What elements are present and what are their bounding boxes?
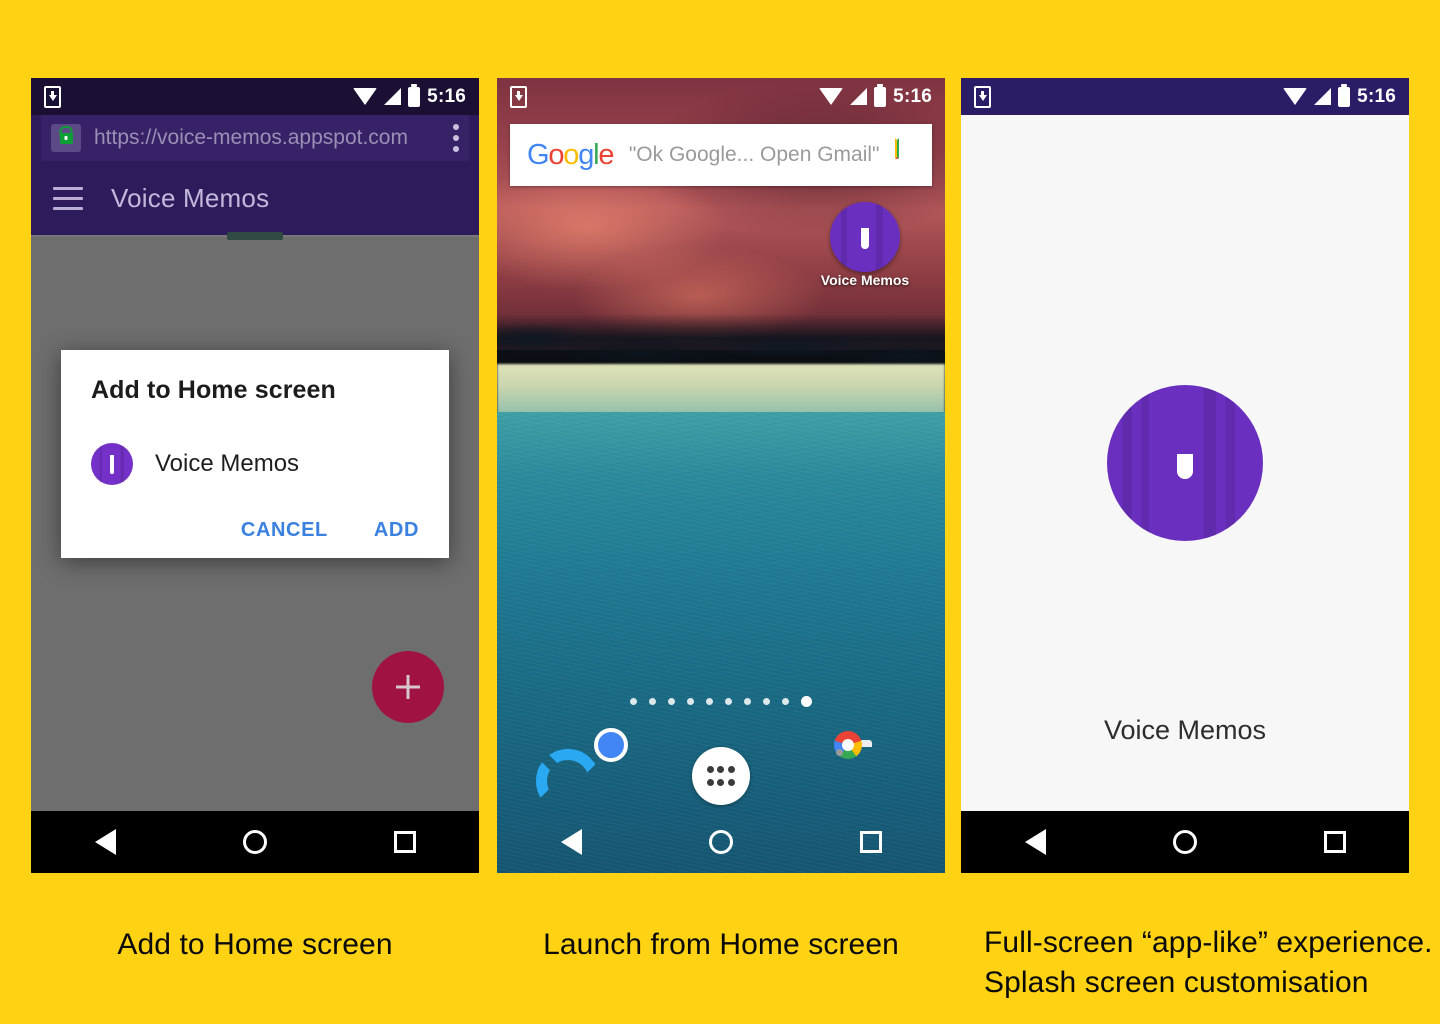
google-logo: Google	[527, 138, 615, 172]
page-dot[interactable]	[782, 698, 789, 705]
status-bar-right: 5:16	[819, 86, 932, 107]
back-icon[interactable]	[1024, 829, 1046, 855]
signal-icon	[1314, 88, 1332, 105]
battery-icon	[408, 86, 421, 107]
status-bar: 5:16	[31, 78, 479, 115]
download-icon	[974, 85, 991, 108]
app-title: Voice Memos	[111, 182, 270, 213]
android-nav-bar	[31, 811, 479, 873]
hamburger-icon[interactable]	[53, 186, 83, 210]
microphone-icon	[91, 443, 133, 485]
page-dot-active[interactable]	[801, 696, 812, 707]
back-icon[interactable]	[560, 829, 582, 855]
recents-icon[interactable]	[393, 831, 416, 853]
splash-content: Voice Memos	[961, 115, 1409, 811]
google-logo-letter: o	[563, 138, 579, 171]
phone-splash-screen: 5:16 Voice Memos	[961, 78, 1409, 873]
slide-canvas: 5:16 https://voice-memos.appspot.com Voi…	[0, 0, 1440, 1024]
home-icon[interactable]	[708, 830, 733, 854]
signal-icon	[384, 88, 402, 105]
caption-add-to-home-screen: Add to Home screen	[117, 928, 393, 961]
page-dot[interactable]	[744, 698, 751, 705]
download-icon	[44, 85, 61, 108]
back-icon[interactable]	[94, 829, 116, 855]
recents-icon[interactable]	[1323, 831, 1346, 853]
record-fab-button[interactable]	[372, 651, 444, 723]
dock-item-chrome[interactable]	[611, 745, 673, 807]
microphone-icon	[1107, 385, 1263, 541]
shortcut-name-field[interactable]: Voice Memos	[155, 450, 419, 478]
recents-icon[interactable]	[859, 831, 882, 853]
signal-icon	[850, 88, 868, 105]
status-bar-left	[510, 85, 527, 108]
home-screen-dock	[497, 731, 945, 816]
download-icon	[510, 85, 527, 108]
status-bar-clock: 5:16	[1357, 86, 1396, 107]
status-bar-right: 5:16	[353, 86, 466, 107]
page-dot[interactable]	[668, 698, 675, 705]
overflow-menu-icon[interactable]	[453, 124, 459, 152]
google-logo-letter: G	[527, 138, 550, 171]
page-indicator	[497, 696, 945, 707]
app-drawer-icon	[691, 747, 750, 805]
lock-icon	[51, 124, 81, 152]
home-icon[interactable]	[242, 830, 267, 854]
status-bar-right: 5:16	[1283, 86, 1396, 107]
status-bar-clock: 5:16	[427, 86, 466, 107]
page-dot[interactable]	[763, 698, 770, 705]
caption-splash-screen: Full-screen “app-like” experience. Splas…	[984, 923, 1434, 1002]
google-search-widget[interactable]: Google "Ok Google... Open Gmail"	[510, 124, 932, 186]
cancel-button[interactable]: CANCEL	[241, 519, 328, 542]
phone-add-to-home-screen: 5:16 https://voice-memos.appspot.com Voi…	[31, 78, 479, 873]
page-dot[interactable]	[687, 698, 694, 705]
add-to-home-screen-dialog: Add to Home screen Voice Memos CANCEL AD…	[61, 350, 449, 558]
caption-launch-from-home-screen: Launch from Home screen	[543, 928, 899, 961]
caption-line-2: Splash screen customisation	[984, 965, 1369, 999]
search-hint-text: "Ok Google... Open Gmail"	[628, 143, 880, 166]
wifi-icon	[819, 88, 844, 105]
obscured-element	[227, 232, 283, 240]
google-logo-letter: g	[578, 138, 594, 171]
browser-url-bar[interactable]: https://voice-memos.appspot.com	[41, 115, 469, 161]
app-toolbar: Voice Memos	[31, 161, 479, 235]
caption-line-1: Full-screen “app-like” experience.	[984, 926, 1433, 959]
home-screen-shortcut-voice-memos[interactable]: Voice Memos	[819, 202, 911, 290]
battery-icon	[1338, 86, 1351, 107]
page-dot[interactable]	[725, 698, 732, 705]
page-dot[interactable]	[706, 698, 713, 705]
wifi-icon	[353, 88, 378, 105]
page-dot[interactable]	[649, 698, 656, 705]
dialog-name-row: Voice Memos	[91, 443, 419, 485]
google-mic-icon[interactable]	[895, 138, 915, 170]
wifi-icon	[1283, 88, 1308, 105]
status-bar: 5:16	[961, 78, 1409, 115]
phone-home-screen: 5:16 Google "Ok Google... Open Gmail" Vo…	[497, 78, 945, 873]
dock-item-app-drawer[interactable]	[690, 745, 752, 807]
shortcut-label: Voice Memos	[820, 272, 910, 288]
status-bar-clock: 5:16	[893, 86, 932, 107]
dock-item-play-movies[interactable]	[769, 745, 831, 807]
android-nav-bar	[961, 811, 1409, 873]
splash-app-name: Voice Memos	[1103, 715, 1267, 745]
google-logo-letter: o	[548, 138, 564, 171]
dock-item-phone[interactable]	[532, 745, 594, 807]
android-nav-bar	[497, 811, 945, 873]
microphone-icon	[830, 202, 900, 272]
dock-item-camera[interactable]	[834, 731, 910, 807]
shortcut-name-value: Voice Memos	[155, 450, 300, 477]
page-dot[interactable]	[630, 698, 637, 705]
browser-chrome: 5:16 https://voice-memos.appspot.com Voi…	[31, 78, 479, 235]
battery-icon	[874, 86, 887, 107]
status-bar-left	[974, 85, 991, 108]
google-logo-letter: e	[598, 138, 614, 171]
home-icon[interactable]	[1172, 830, 1197, 854]
dialog-title: Add to Home screen	[91, 376, 336, 404]
dialog-actions: CANCEL ADD	[91, 519, 419, 542]
add-button[interactable]: ADD	[374, 519, 419, 542]
plus-icon	[395, 674, 421, 700]
status-bar-left	[44, 85, 61, 108]
status-bar: 5:16	[497, 78, 945, 115]
url-text: https://voice-memos.appspot.com	[94, 126, 408, 149]
